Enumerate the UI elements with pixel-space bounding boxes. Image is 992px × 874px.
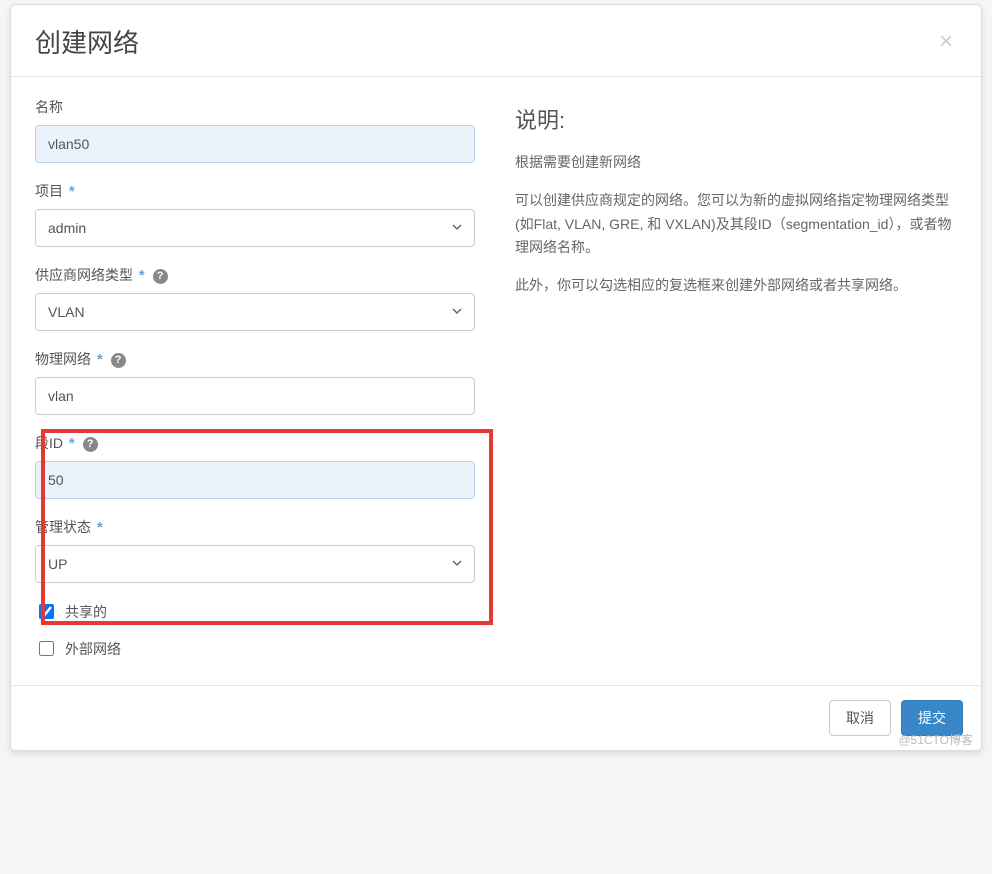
required-asterisk-icon: * (97, 519, 103, 536)
modal-title: 创建网络 (35, 23, 139, 60)
close-icon[interactable]: × (935, 30, 957, 54)
project-label-text: 项目 (35, 183, 63, 199)
provider-type-label: 供应商网络类型 * ? (35, 265, 475, 285)
provider-type-field-group: 供应商网络类型 * ? VLAN (35, 265, 475, 331)
required-asterisk-icon: * (139, 267, 145, 284)
help-icon[interactable]: ? (153, 269, 168, 284)
required-asterisk-icon: * (97, 351, 103, 368)
project-field-group: 项目 * admin (35, 181, 475, 247)
cancel-button[interactable]: 取消 (829, 700, 891, 736)
watermark-text: @51CTO博客 (898, 731, 973, 748)
external-checkbox[interactable] (39, 641, 54, 656)
external-label: 外部网络 (65, 639, 121, 659)
segment-id-label-text: 段ID (35, 435, 63, 451)
modal-footer: 取消 提交 (11, 685, 981, 750)
shared-checkbox[interactable] (39, 604, 54, 619)
segment-id-input[interactable] (35, 461, 475, 499)
modal-body: 名称 项目 * admin 供应商 (11, 77, 981, 685)
shared-label: 共享的 (65, 602, 107, 622)
segment-id-label: 段ID * ? (35, 433, 475, 453)
project-select[interactable]: admin (35, 209, 475, 247)
name-field-group: 名称 (35, 97, 475, 163)
segment-id-field-group: 段ID * ? (35, 433, 475, 499)
external-checkbox-row: 外部网络 (35, 638, 475, 659)
admin-state-label: 管理状态 * (35, 517, 475, 537)
physical-network-label-text: 物理网络 (35, 351, 91, 367)
provider-type-select[interactable]: VLAN (35, 293, 475, 331)
modal-header: 创建网络 × (11, 5, 981, 77)
create-network-modal: 创建网络 × 名称 项目 * admin (10, 4, 982, 751)
required-asterisk-icon: * (69, 435, 75, 452)
provider-type-label-text: 供应商网络类型 (35, 267, 133, 283)
help-column: 说明: 根据需要创建新网络 可以创建供应商规定的网络。您可以为新的虚拟网络指定物… (515, 97, 957, 675)
admin-state-label-text: 管理状态 (35, 519, 91, 535)
name-label: 名称 (35, 97, 475, 117)
admin-state-select[interactable]: UP (35, 545, 475, 583)
physical-network-field-group: 物理网络 * ? (35, 349, 475, 415)
shared-checkbox-row: 共享的 (35, 601, 475, 622)
name-input[interactable] (35, 125, 475, 163)
required-asterisk-icon: * (69, 183, 75, 200)
physical-network-label: 物理网络 * ? (35, 349, 475, 369)
project-label: 项目 * (35, 181, 475, 201)
help-icon[interactable]: ? (111, 353, 126, 368)
admin-state-field-group: 管理状态 * UP (35, 517, 475, 583)
physical-network-input[interactable] (35, 377, 475, 415)
help-title: 说明: (515, 103, 957, 135)
help-icon[interactable]: ? (83, 437, 98, 452)
help-paragraph-3: 此外，你可以勾选相应的复选框来创建外部网络或者共享网络。 (515, 274, 957, 298)
form-column: 名称 项目 * admin 供应商 (35, 97, 475, 675)
help-paragraph-2: 可以创建供应商规定的网络。您可以为新的虚拟网络指定物理网络类型(如Flat, V… (515, 189, 957, 260)
help-paragraph-1: 根据需要创建新网络 (515, 151, 957, 175)
